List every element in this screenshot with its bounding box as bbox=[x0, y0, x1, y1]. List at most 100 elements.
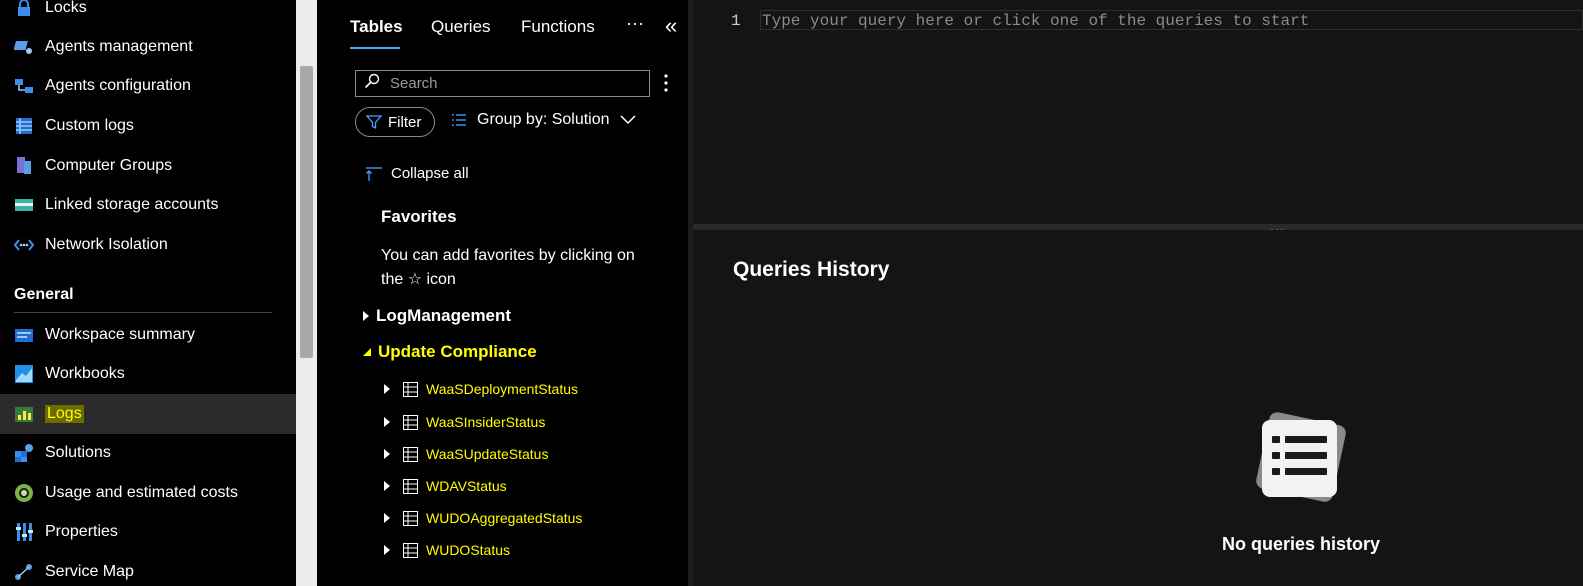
caret-right-icon bbox=[383, 512, 395, 524]
nav-item-usage-and-estimated-costs[interactable]: Usage and estimated costs bbox=[0, 473, 296, 513]
nav-item-solutions[interactable]: Solutions bbox=[0, 433, 296, 473]
nav-item-label: Agents management bbox=[45, 38, 193, 55]
nav-item-label: Service Map bbox=[45, 563, 134, 580]
caret-down-icon bbox=[362, 347, 372, 357]
filter-label: Filter bbox=[388, 113, 422, 131]
collapse-panel-button[interactable]: « bbox=[665, 13, 677, 39]
nav-item-computer-groups[interactable]: Computer Groups bbox=[0, 146, 296, 186]
caret-right-icon bbox=[383, 448, 395, 460]
favorites-heading: Favorites bbox=[381, 207, 457, 226]
lock-icon bbox=[14, 0, 34, 18]
table-row[interactable]: WDAVStatus bbox=[383, 478, 507, 494]
table-row[interactable]: WUDOAggregatedStatus bbox=[383, 510, 582, 526]
table-row[interactable]: WaaSDeploymentStatus bbox=[383, 381, 578, 397]
nav-item-label: Properties bbox=[45, 523, 118, 540]
nav-item-label: Solutions bbox=[45, 444, 111, 461]
queries-history-title: Queries History bbox=[733, 258, 890, 281]
search-box[interactable] bbox=[355, 70, 650, 97]
filter-icon bbox=[366, 114, 382, 130]
query-editor[interactable] bbox=[693, 0, 1583, 224]
nav-item-label: Workbooks bbox=[45, 365, 125, 382]
nav-item-label: Network Isolation bbox=[45, 236, 168, 253]
table-row[interactable]: WaaSInsiderStatus bbox=[383, 414, 545, 430]
nav-item-label: Linked storage accounts bbox=[45, 196, 219, 213]
group-by-dropdown[interactable]: Group by: Solution bbox=[451, 111, 636, 129]
tab-tables[interactable]: Tables bbox=[350, 17, 403, 37]
group-update-compliance[interactable]: Update Compliance bbox=[362, 342, 537, 362]
nav-scrollbar-thumb[interactable] bbox=[300, 66, 313, 358]
caret-right-icon bbox=[383, 544, 395, 556]
nav-item-properties[interactable]: Properties bbox=[0, 512, 296, 552]
table-icon bbox=[403, 446, 418, 462]
group-label: Update Compliance bbox=[378, 342, 537, 361]
line-number: 1 bbox=[731, 12, 741, 30]
nav-item-network-isolation[interactable]: Network Isolation bbox=[0, 225, 296, 265]
nav-item-logs[interactable]: Logs bbox=[0, 394, 296, 434]
storage-icon bbox=[14, 195, 34, 215]
nav-item-agents-configuration[interactable]: Agents configuration bbox=[0, 66, 296, 106]
editor-placeholder: Type your query here or click one of the… bbox=[762, 12, 1310, 30]
table-row[interactable]: WUDOStatus bbox=[383, 542, 510, 558]
nav-item-label: Agents configuration bbox=[45, 77, 191, 94]
nav-item-agents-management[interactable]: Agents management bbox=[0, 27, 296, 67]
more-tabs-button[interactable]: ··· bbox=[626, 13, 644, 34]
left-navigation: Locks Agents management Agents configura… bbox=[0, 0, 296, 586]
nav-item-locks[interactable]: Locks bbox=[0, 0, 296, 28]
table-icon bbox=[403, 542, 418, 558]
group-by-label: Group by: Solution bbox=[477, 111, 610, 128]
custom-logs-icon bbox=[14, 116, 34, 136]
table-row[interactable]: WaaSUpdateStatus bbox=[383, 446, 548, 462]
properties-icon bbox=[14, 522, 34, 542]
table-icon bbox=[403, 381, 418, 397]
service-map-icon bbox=[14, 562, 34, 582]
section-general-heading: General bbox=[14, 286, 74, 303]
table-icon bbox=[403, 414, 418, 430]
search-input[interactable] bbox=[390, 75, 640, 92]
nav-item-label: Logs bbox=[45, 405, 84, 423]
table-name: WUDOStatus bbox=[426, 542, 511, 558]
network-icon bbox=[14, 235, 34, 255]
workspace-summary-icon bbox=[14, 325, 34, 345]
favorites-hint: You can add favorites by clicking on the… bbox=[381, 247, 635, 288]
chevron-down-icon bbox=[620, 115, 636, 125]
selected-tab-indicator bbox=[350, 47, 400, 49]
agents-configuration-icon bbox=[14, 76, 34, 96]
tab-queries[interactable]: Queries bbox=[431, 17, 491, 37]
collapse-all-button[interactable]: Collapse all bbox=[365, 165, 469, 182]
nav-item-workbooks[interactable]: Workbooks bbox=[0, 354, 296, 394]
table-name: WaaSUpdateStatus bbox=[426, 446, 549, 462]
nav-item-service-map[interactable]: Service Map bbox=[0, 552, 296, 586]
nav-item-label: Workspace summary bbox=[45, 326, 195, 343]
search-icon bbox=[364, 73, 380, 94]
solutions-icon bbox=[14, 443, 34, 463]
table-name: WaaSInsiderStatus bbox=[426, 414, 546, 430]
nav-item-label: Locks bbox=[45, 0, 87, 16]
usage-costs-icon bbox=[14, 483, 34, 503]
nav-item-custom-logs[interactable]: Custom logs bbox=[0, 106, 296, 146]
results-pane bbox=[693, 230, 1583, 586]
caret-right-icon bbox=[383, 383, 395, 395]
nav-item-label: Custom logs bbox=[45, 117, 134, 134]
table-name: WDAVStatus bbox=[426, 478, 507, 494]
nav-item-label: Usage and estimated costs bbox=[45, 484, 238, 501]
computer-groups-icon bbox=[14, 156, 34, 176]
caret-right-icon bbox=[383, 480, 395, 492]
group-label: LogManagement bbox=[376, 306, 512, 325]
filter-button[interactable]: Filter bbox=[355, 107, 435, 137]
table-name: WaaSDeploymentStatus bbox=[426, 381, 578, 397]
tab-functions[interactable]: Functions bbox=[521, 17, 595, 37]
collapse-all-label: Collapse all bbox=[391, 165, 469, 182]
empty-history-list-icon bbox=[1250, 408, 1350, 508]
table-name: WUDOAggregatedStatus bbox=[426, 510, 583, 526]
caret-right-icon bbox=[383, 416, 395, 428]
group-logmanagement[interactable]: LogManagement bbox=[362, 306, 511, 326]
empty-history-message: No queries history bbox=[1222, 534, 1381, 554]
table-icon bbox=[403, 478, 418, 494]
caret-right-icon bbox=[362, 310, 370, 322]
nav-item-workspace-summary[interactable]: Workspace summary bbox=[0, 315, 296, 355]
collapse-all-icon bbox=[365, 166, 383, 182]
more-options-icon[interactable] bbox=[661, 71, 671, 100]
nav-item-label: Computer Groups bbox=[45, 157, 173, 174]
nav-item-linked-storage-accounts[interactable]: Linked storage accounts bbox=[0, 185, 296, 225]
workbooks-icon bbox=[14, 364, 34, 384]
